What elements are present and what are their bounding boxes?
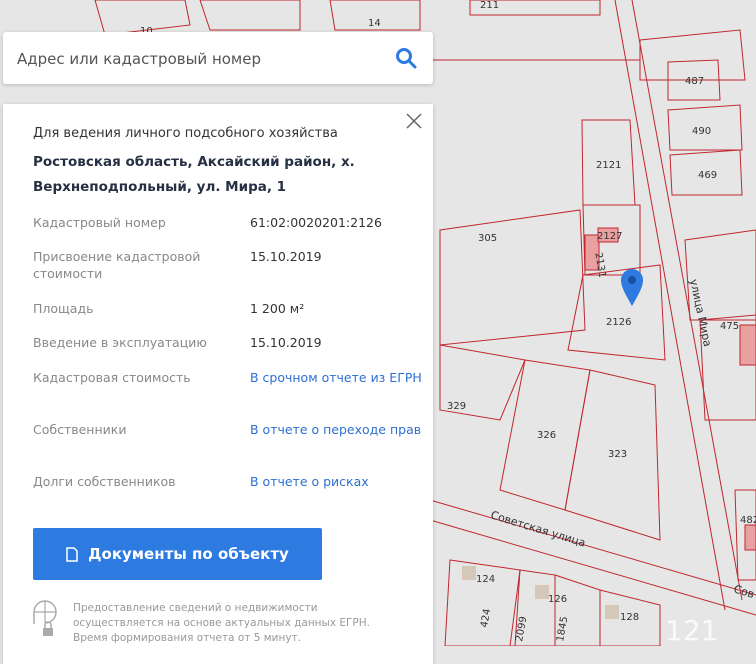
svg-text:305: 305 [478,233,497,244]
documents-button-label: Документы по объекту [88,545,289,563]
svg-text:улица Мира: улица Мира [687,278,714,348]
row-value: 15.10.2019 [250,335,322,350]
svg-text:490: 490 [692,126,711,137]
svg-text:2127: 2127 [597,231,622,242]
parcel-address: Ростовская область, Аксайский район, х. … [33,154,355,195]
document-icon [66,546,78,562]
svg-text:323: 323 [608,449,627,460]
transfer-report-link[interactable]: В отчете о переходе прав [250,421,430,438]
svg-text:475: 475 [720,321,739,332]
svg-text:211: 211 [480,0,499,11]
location-pin-icon[interactable] [621,269,643,306]
row-value: 61:02:0020201:2126 [250,215,382,230]
row-label: Введение в эксплуатацию [33,335,207,350]
svg-text:Советская улица: Советская улица [489,508,587,549]
search-icon[interactable] [395,47,417,69]
search-input[interactable] [15,32,379,86]
svg-text:482: 482 [740,515,756,526]
svg-text:1845: 1845 [555,616,570,643]
svg-text:424: 424 [479,608,493,629]
svg-text:126: 126 [548,594,567,605]
svg-text:128: 128 [620,612,639,623]
parcel-purpose: Для ведения личного подсобного хозяйства [33,126,338,141]
svg-text:124: 124 [476,574,495,585]
urgent-report-link[interactable]: В срочном отчете из ЕГРН [250,369,430,386]
svg-text:121: 121 [665,614,718,646]
row-label: Кадастровая стоимость [33,370,191,385]
globe-lock-icon [33,600,57,636]
row-value: 1 200 м² [250,301,305,316]
svg-text:2126: 2126 [606,317,631,328]
risk-report-link[interactable]: В отчете о рисках [250,473,430,490]
parcel-info-panel: Для ведения личного подсобного хозяйства… [3,104,433,664]
row-label: Кадастровый номер [33,215,166,230]
row-label: Долги собственников [33,474,176,489]
svg-text:14: 14 [368,18,381,29]
search-bar [3,32,433,86]
row-label: Присвоение кадастровой стоимости [33,249,201,281]
row-value: 15.10.2019 [250,249,322,264]
disclaimer-text: Предоставление сведений о недвижимости о… [73,602,370,644]
svg-text:326: 326 [537,430,556,441]
close-icon[interactable] [405,112,423,130]
documents-button[interactable]: Документы по объекту [33,528,322,580]
svg-text:Сов: Сов [732,582,756,601]
svg-text:329: 329 [447,401,466,412]
svg-text:469: 469 [698,170,717,181]
row-label: Площадь [33,301,94,316]
svg-text:487: 487 [685,76,704,87]
row-label: Собственники [33,422,127,437]
svg-text:2121: 2121 [596,160,621,171]
